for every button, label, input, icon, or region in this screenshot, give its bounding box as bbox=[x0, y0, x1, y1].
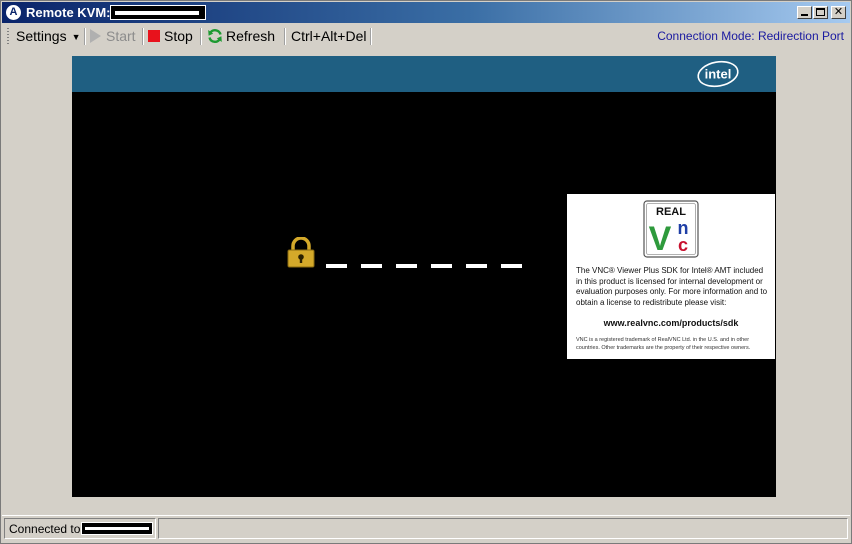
ctrl-alt-del-label: Ctrl+Alt+Del bbox=[291, 28, 367, 44]
app-icon: A bbox=[6, 5, 21, 20]
toolbar-separator bbox=[284, 28, 286, 45]
password-mask-dash bbox=[466, 264, 487, 268]
lock-icon bbox=[287, 237, 315, 268]
password-mask-dash bbox=[361, 264, 382, 268]
title-bar[interactable]: A Remote KVM: ✕ bbox=[2, 2, 850, 23]
play-icon bbox=[90, 29, 101, 43]
redacted-host-status bbox=[81, 522, 153, 535]
intel-logo: intel bbox=[697, 60, 739, 88]
chevron-down-icon: ▼ bbox=[71, 32, 81, 42]
status-bar: Connected to bbox=[2, 515, 850, 543]
start-button[interactable]: Start bbox=[90, 27, 136, 45]
connected-to-label: Connected to bbox=[9, 522, 81, 536]
kvm-window: A Remote KVM: ✕ Settings ▼ Start Stop Ref… bbox=[0, 0, 852, 544]
toolbar: Settings ▼ Start Stop Refresh Ctrl+Alt+De… bbox=[2, 24, 850, 48]
minimize-button[interactable] bbox=[797, 6, 812, 19]
minimize-icon bbox=[801, 14, 808, 16]
settings-label: Settings bbox=[16, 28, 67, 44]
maximize-button[interactable] bbox=[813, 6, 828, 19]
vnc-url: www.realvnc.com/products/sdk bbox=[603, 318, 739, 328]
refresh-button[interactable]: Refresh bbox=[207, 27, 275, 45]
close-button[interactable]: ✕ bbox=[831, 6, 846, 19]
remote-screen[interactable]: intel REAL V n c The VNC® Viewer Plus SD… bbox=[72, 56, 776, 497]
window-title: Remote KVM: bbox=[26, 5, 111, 20]
start-label: Start bbox=[106, 28, 136, 44]
svg-text:REAL: REAL bbox=[656, 206, 686, 218]
intel-header-bar: intel bbox=[72, 56, 776, 92]
toolbar-separator bbox=[142, 28, 144, 45]
toolbar-separator bbox=[200, 28, 202, 45]
svg-text:c: c bbox=[678, 235, 688, 255]
toolbar-grip[interactable] bbox=[7, 28, 9, 44]
stop-icon bbox=[148, 30, 160, 42]
status-panel-connection: Connected to bbox=[4, 518, 156, 539]
stop-label: Stop bbox=[164, 28, 193, 44]
status-panel-secondary bbox=[158, 518, 848, 539]
svg-text:V: V bbox=[649, 220, 672, 258]
intel-logo-text: intel bbox=[705, 67, 732, 82]
password-mask-dash bbox=[396, 264, 417, 268]
vnc-license-panel: REAL V n c The VNC® Viewer Plus SDK for … bbox=[567, 194, 775, 359]
password-mask-dash bbox=[431, 264, 452, 268]
password-mask-dash bbox=[501, 264, 522, 268]
settings-menu-button[interactable]: Settings ▼ bbox=[16, 27, 81, 45]
maximize-icon bbox=[816, 8, 825, 16]
vnc-license-text: The VNC® Viewer Plus SDK for Intel® AMT … bbox=[576, 266, 768, 307]
ctrl-alt-del-button[interactable]: Ctrl+Alt+Del bbox=[291, 27, 366, 45]
refresh-label: Refresh bbox=[226, 28, 276, 44]
realvnc-logo: REAL V n c bbox=[643, 200, 699, 258]
refresh-icon bbox=[208, 29, 222, 43]
viewer-area: intel REAL V n c The VNC® Viewer Plus SD… bbox=[2, 49, 850, 513]
toolbar-separator bbox=[84, 28, 86, 45]
close-icon: ✕ bbox=[833, 6, 844, 18]
vnc-trademark-text: VNC is a registered trademark of RealVNC… bbox=[576, 337, 751, 351]
password-mask-dash bbox=[326, 264, 347, 268]
redacted-hostname bbox=[110, 5, 206, 20]
toolbar-separator bbox=[370, 28, 372, 45]
stop-button[interactable]: Stop bbox=[148, 27, 193, 45]
connection-mode-label: Connection Mode: Redirection Port bbox=[657, 29, 844, 43]
